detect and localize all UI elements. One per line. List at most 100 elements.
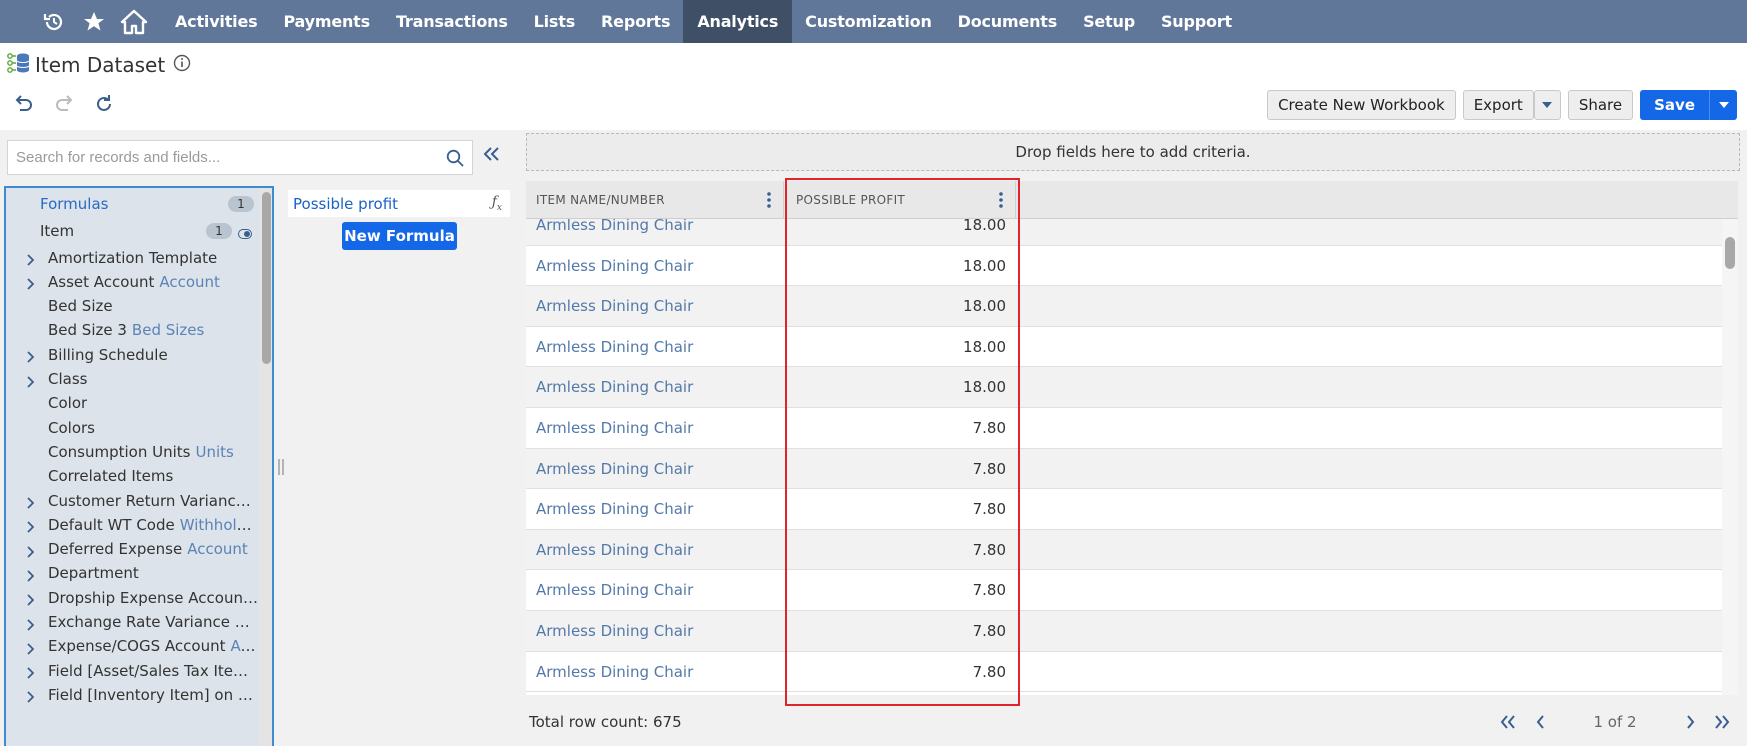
chevron-right-icon[interactable] (27, 641, 35, 659)
search-input[interactable] (16, 149, 436, 166)
grid-scrollbar-track[interactable] (1722, 219, 1738, 695)
column-header-possible-profit[interactable]: POSSIBLE PROFIT (784, 181, 1016, 219)
tree-item[interactable]: Dropship Expense AccountA... (6, 584, 258, 611)
collapse-panel-icon[interactable] (483, 146, 501, 166)
redo-icon[interactable] (54, 95, 74, 117)
tree-item[interactable]: Class (6, 366, 258, 393)
tree-item[interactable]: Default WT CodeWithholdin... (6, 511, 258, 538)
kebab-menu-icon[interactable] (999, 192, 1003, 211)
item-name-link[interactable]: Armless Dining Chair (536, 246, 693, 286)
item-name-link[interactable]: Armless Dining Chair (536, 489, 693, 529)
tree-item[interactable]: Department (6, 560, 258, 587)
tree-item[interactable]: Asset Account Account (6, 268, 258, 295)
tree-item-text: Dropship Expense AccountA... (48, 589, 258, 607)
possible-profit-cell: 18.00 (963, 256, 1006, 275)
toggle-icon[interactable] (238, 225, 252, 243)
tree-item[interactable]: Correlated Items (6, 463, 258, 490)
item-name-link[interactable]: Armless Dining Chair (536, 408, 693, 448)
item-name-link[interactable]: Armless Dining Chair (536, 449, 693, 489)
tree-item[interactable]: Billing Schedule (6, 341, 258, 368)
chevron-right-icon[interactable] (27, 276, 35, 294)
tree-item[interactable]: Field [Asset/Sales Tax Item] ... (6, 657, 258, 684)
export-button[interactable]: Export (1462, 90, 1534, 120)
next-page-icon[interactable] (1674, 705, 1706, 739)
item-name-link[interactable]: Armless Dining Chair (536, 611, 693, 651)
kebab-menu-icon[interactable] (767, 192, 771, 211)
chevron-right-icon[interactable] (27, 495, 35, 513)
item-name-link[interactable]: Armless Dining Chair (536, 570, 693, 610)
tree-item[interactable]: Colors (6, 414, 258, 441)
tree-item[interactable]: Amortization Template (6, 244, 258, 271)
chevron-right-icon[interactable] (27, 592, 35, 610)
export-dropdown-button[interactable] (1533, 90, 1561, 120)
tree-item-label: Dropship Expense Account (48, 588, 249, 607)
first-page-icon[interactable] (1492, 705, 1524, 739)
tree-item[interactable]: Deferred Expense Account (6, 536, 258, 563)
criteria-dropzone[interactable]: Drop fields here to add criteria. (526, 133, 1740, 171)
nav-item-reports[interactable]: Reports (588, 0, 683, 43)
save-dropdown-button[interactable] (1709, 90, 1737, 120)
tree-item[interactable]: Color (6, 390, 258, 417)
tree-item[interactable]: Field [Inventory Item] on [Pr... (6, 681, 258, 708)
tree-item-text: Exchange Rate Variance Acc... (48, 613, 258, 631)
column-header-item-name[interactable]: ITEM NAME/NUMBER (526, 181, 784, 219)
save-button[interactable]: Save (1640, 90, 1709, 120)
nav-item-payments[interactable]: Payments (270, 0, 383, 43)
nav-item-support[interactable]: Support (1148, 0, 1245, 43)
share-button[interactable]: Share (1567, 90, 1634, 120)
create-new-workbook-button[interactable]: Create New Workbook (1267, 90, 1456, 120)
tree-item-text: Bed Size 3 Bed Sizes (48, 321, 204, 339)
chevron-right-icon[interactable] (27, 519, 35, 537)
tree-item-record-type: Withholdin... (179, 515, 258, 534)
undo-icon[interactable] (14, 95, 34, 117)
item-name-link[interactable]: Armless Dining Chair (536, 367, 693, 407)
tree-item[interactable]: Expense/COGS AccountAcco... (6, 633, 258, 660)
tree-item[interactable]: Bed Size 3 Bed Sizes (6, 317, 258, 344)
tree-scrollbar-thumb[interactable] (262, 192, 271, 364)
nav-item-analytics[interactable]: Analytics (683, 0, 793, 43)
table-row: Armless Dining Chair 18.00 (526, 367, 1722, 408)
chevron-right-icon[interactable] (27, 252, 35, 270)
nav-item-documents[interactable]: Documents (945, 0, 1070, 43)
info-icon[interactable] (173, 54, 191, 76)
item-name-link[interactable]: Armless Dining Chair (536, 327, 693, 367)
tree-item-text: Correlated Items (48, 467, 173, 485)
grid-scrollbar-thumb[interactable] (1725, 237, 1735, 269)
chevron-right-icon[interactable] (27, 617, 35, 635)
previous-page-icon[interactable] (1524, 705, 1556, 739)
panel-resize-handle[interactable] (278, 458, 284, 476)
tree-item-label: Exchange Rate Variance Acc... (48, 613, 258, 631)
item-name-link[interactable]: Armless Dining Chair (536, 219, 693, 245)
chevron-right-icon[interactable] (27, 374, 35, 392)
tree-item[interactable]: Consumption Units Units (6, 438, 258, 465)
new-formula-button[interactable]: New Formula (342, 222, 457, 250)
chevron-right-icon[interactable] (27, 544, 35, 562)
formula-item-possible-profit[interactable]: Possible profit ƒx (288, 190, 510, 217)
nav-item-activities[interactable]: Activities (162, 0, 270, 43)
item-name-link[interactable]: Armless Dining Chair (536, 286, 693, 326)
item-name-link[interactable]: Armless Dining Chair (536, 530, 693, 570)
last-page-icon[interactable] (1706, 705, 1738, 739)
star-icon[interactable] (74, 0, 114, 43)
nav-item-lists[interactable]: Lists (521, 0, 588, 43)
refresh-icon[interactable] (94, 94, 114, 118)
tree-item[interactable]: Customer Return Variance A... (6, 487, 258, 514)
nav-item-customization[interactable]: Customization (792, 0, 944, 43)
home-icon[interactable] (114, 0, 154, 43)
chevron-right-icon[interactable] (27, 665, 35, 683)
nav-item-transactions[interactable]: Transactions (383, 0, 521, 43)
tree-item[interactable]: Bed Size (6, 293, 258, 320)
nav-item-setup[interactable]: Setup (1070, 0, 1148, 43)
table-row: Armless Dining Chair 7.80 (526, 529, 1722, 571)
tree-item-root[interactable]: Item 1 (6, 217, 258, 244)
chevron-right-icon[interactable] (27, 349, 35, 367)
item-name-link[interactable]: Armless Dining Chair (536, 652, 693, 692)
chevron-right-icon[interactable] (27, 689, 35, 707)
tree-item[interactable]: Exchange Rate Variance Acc... (6, 609, 258, 636)
history-icon[interactable] (34, 0, 74, 43)
chevron-right-icon[interactable] (27, 568, 35, 586)
search-icon[interactable] (446, 149, 464, 171)
tree-item-text: Customer Return Variance A... (48, 492, 258, 510)
function-icon[interactable]: ƒx (492, 194, 502, 213)
tree-item-formulas[interactable]: Formulas 1 (6, 190, 258, 217)
